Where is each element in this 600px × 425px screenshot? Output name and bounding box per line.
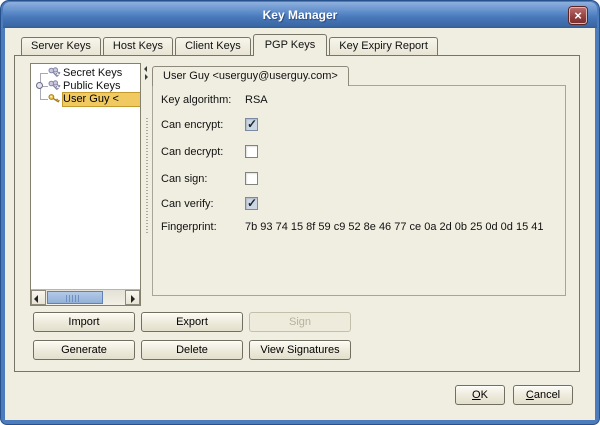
field-label: Fingerprint: [161, 219, 217, 235]
dialog-content: Server Keys Host Keys Client Keys PGP Ke… [5, 28, 595, 420]
scroll-left-button[interactable] [31, 290, 46, 305]
splitter-collapse-left-icon[interactable] [144, 66, 147, 72]
tab-client-keys[interactable]: Client Keys [175, 37, 251, 55]
cancel-mnemonic: C [526, 389, 534, 401]
ok-button[interactable]: OK [455, 385, 505, 405]
import-button[interactable]: Import [33, 312, 135, 332]
gold-key-icon [48, 93, 61, 106]
delete-button[interactable]: Delete [141, 340, 243, 360]
key-details-panel: Key algorithm: RSA Can encrypt: ✓ Can de… [152, 85, 566, 296]
field-can-decrypt: Can decrypt: ✓ [161, 144, 561, 160]
field-can-sign: Can sign: ✓ [161, 171, 561, 187]
generate-button[interactable]: Generate [33, 340, 135, 360]
key-manager-window: Key Manager × Server Keys Host Keys Clie… [0, 0, 600, 425]
field-can-encrypt: Can encrypt: ✓ [161, 117, 561, 133]
field-can-verify: Can verify: ✓ [161, 196, 561, 212]
scroll-right-icon [131, 295, 135, 303]
tree-item-label: User Guy < [63, 93, 140, 106]
key-tree[interactable]: Secret Keys Public Keys [30, 63, 141, 306]
splitter-grip-icon [146, 118, 148, 233]
tab-pgp-keys[interactable]: PGP Keys [253, 34, 328, 56]
keys-icon [48, 67, 61, 80]
close-button[interactable]: × [569, 7, 587, 24]
field-label: Can verify: [161, 196, 214, 212]
tab-key-expiry-report[interactable]: Key Expiry Report [329, 37, 438, 55]
can-sign-checkbox[interactable]: ✓ [245, 172, 258, 185]
cancel-button[interactable]: Cancel [513, 385, 573, 405]
ok-mnemonic: O [472, 389, 481, 401]
pgp-keys-panel: Secret Keys Public Keys [14, 55, 580, 372]
main-tabbar: Server Keys Host Keys Client Keys PGP Ke… [21, 34, 440, 55]
tree-item-user-guy[interactable]: User Guy < [31, 93, 140, 106]
scrollbar-thumb[interactable] [47, 291, 103, 304]
tree-item-secret-keys[interactable]: Secret Keys [31, 67, 140, 80]
tree-item-label: Public Keys [63, 80, 140, 93]
view-signatures-button[interactable]: View Signatures [249, 340, 351, 360]
check-icon: ✓ [247, 116, 257, 132]
window-title: Key Manager [3, 2, 597, 28]
ok-rest: K [481, 389, 488, 401]
tree-horizontal-scrollbar[interactable] [31, 289, 140, 305]
close-icon: × [574, 8, 582, 23]
fingerprint-value: 7b 93 74 15 8f 59 c9 52 8e 46 77 ce 0a 2… [245, 219, 543, 235]
can-verify-checkbox[interactable]: ✓ [245, 197, 258, 210]
splitter-collapse-right-icon[interactable] [145, 74, 148, 80]
check-icon: ✓ [247, 195, 257, 211]
field-key-algorithm: Key algorithm: RSA [161, 92, 561, 108]
keys-icon [48, 80, 61, 93]
tab-user-guy-key[interactable]: User Guy <userguy@userguy.com> [152, 66, 349, 86]
export-button[interactable]: Export [141, 312, 243, 332]
field-label: Can encrypt: [161, 117, 223, 133]
tree-item-label: Secret Keys [63, 67, 140, 80]
cancel-rest: ancel [534, 389, 560, 401]
scroll-right-button[interactable] [125, 290, 140, 305]
field-label: Can sign: [161, 171, 207, 187]
tab-host-keys[interactable]: Host Keys [103, 37, 173, 55]
scroll-left-icon [34, 295, 38, 303]
can-encrypt-checkbox[interactable]: ✓ [245, 118, 258, 131]
tree-item-public-keys[interactable]: Public Keys [31, 80, 140, 93]
sign-button[interactable]: Sign [249, 312, 351, 332]
field-fingerprint: Fingerprint: 7b 93 74 15 8f 59 c9 52 8e … [161, 219, 561, 235]
splitter[interactable] [143, 63, 152, 306]
titlebar[interactable]: Key Manager [3, 2, 597, 28]
field-label: Can decrypt: [161, 144, 223, 160]
field-label: Key algorithm: [161, 92, 231, 108]
tab-server-keys[interactable]: Server Keys [21, 37, 101, 55]
scrollbar-grip-icon [66, 295, 79, 302]
field-value: RSA [245, 92, 268, 108]
can-decrypt-checkbox[interactable]: ✓ [245, 145, 258, 158]
